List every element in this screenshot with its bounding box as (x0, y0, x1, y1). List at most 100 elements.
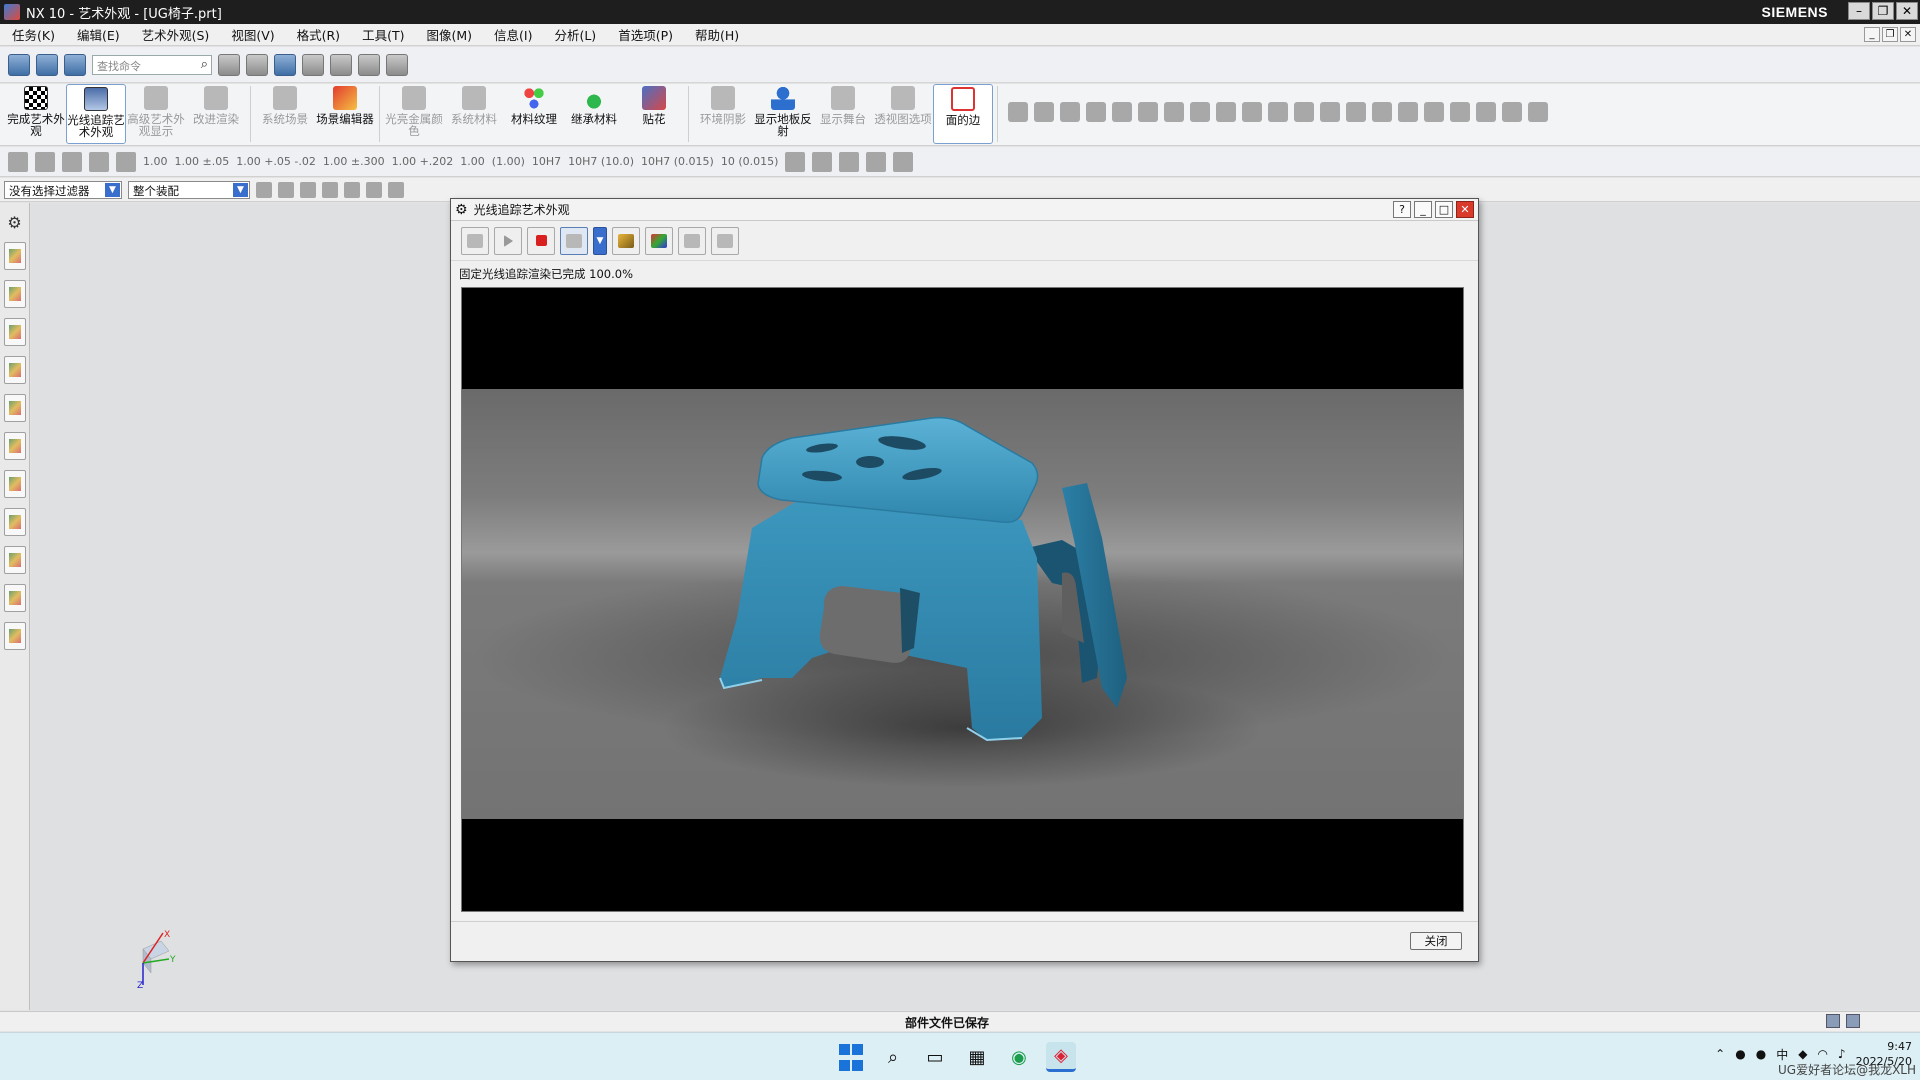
widgets-icon[interactable]: ▦ (962, 1042, 992, 1072)
menu-info[interactable]: 信息(I) (490, 25, 536, 44)
doc-restore-button[interactable]: ❐ (1882, 27, 1898, 42)
tolerance-format[interactable]: 1.00 +.202 (392, 155, 454, 168)
improve-render-button[interactable]: 改进渲染 (186, 84, 246, 144)
chevron-down-icon[interactable]: ▼ (233, 182, 248, 197)
diameter-icon[interactable] (839, 151, 860, 172)
part-navigator-icon[interactable] (3, 318, 26, 346)
tool-icon[interactable] (1346, 102, 1366, 122)
system-scene-button[interactable]: 系统场景 (255, 84, 315, 144)
tool-icon[interactable] (1372, 102, 1392, 122)
save-icon[interactable] (8, 53, 30, 76)
undo-icon[interactable] (893, 151, 914, 172)
fit-view-icon[interactable] (218, 53, 240, 76)
menu-help[interactable]: 帮助(H) (691, 25, 743, 44)
search-icon[interactable]: ⌕ (878, 1042, 908, 1072)
tolerance-format[interactable]: 1.00 +.05 -.02 (236, 155, 316, 168)
tool-icon[interactable] (1268, 102, 1288, 122)
system-material-icon[interactable] (3, 546, 26, 574)
tool-icon[interactable] (1164, 102, 1184, 122)
constraint-navigator-icon[interactable] (3, 280, 26, 308)
raytrace-artistic-appearance-button[interactable]: 光线追踪艺术外观 (66, 84, 126, 144)
save-all-icon[interactable] (36, 53, 58, 76)
face-edges-button[interactable]: 面的边 (933, 84, 993, 144)
restore-button[interactable]: ❐ (1872, 2, 1894, 20)
perspective-options-button[interactable]: 透视图选项 (873, 84, 933, 144)
chevron-down-icon[interactable]: ▼ (105, 182, 120, 197)
continue-button[interactable] (494, 226, 522, 255)
tolerance-format[interactable]: (1.00) (492, 155, 525, 168)
stop-button[interactable] (527, 226, 555, 255)
tolerance-format[interactable]: 10H7 (10.0) (568, 155, 634, 168)
tool-icon[interactable] (1294, 102, 1314, 122)
menu-image[interactable]: 图像(M) (422, 25, 476, 44)
tool-icon[interactable] (1320, 102, 1340, 122)
dimension-icon[interactable] (785, 151, 806, 172)
window-icon[interactable] (1846, 1014, 1860, 1028)
render-mode-button[interactable] (560, 226, 588, 255)
tool-icon[interactable] (1086, 102, 1106, 122)
dialog-minimize-button[interactable]: _ (1414, 201, 1432, 218)
tool-icon[interactable] (1112, 102, 1132, 122)
gear-icon[interactable]: ⚙ (7, 213, 21, 232)
help-button[interactable]: ? (1393, 201, 1411, 218)
snap-icon[interactable] (300, 181, 316, 198)
system-material-button[interactable]: 系统材料 (444, 84, 504, 144)
menu-task[interactable]: 任务(K) (8, 25, 59, 44)
render-style-icon[interactable] (246, 53, 268, 76)
dimension-icon[interactable] (812, 151, 833, 172)
roles-icon[interactable] (3, 622, 26, 650)
ime-indicator[interactable]: 中 (1776, 1046, 1788, 1063)
shield-icon[interactable]: ◆ (1798, 1047, 1807, 1061)
qq-icon[interactable]: ● (1735, 1047, 1745, 1061)
tool-icon[interactable] (1450, 102, 1470, 122)
doc-minimize-button[interactable]: _ (1864, 27, 1880, 42)
menu-format[interactable]: 格式(R) (293, 25, 344, 44)
dialog-close-button[interactable]: ✕ (1456, 201, 1474, 218)
tolerance-format[interactable]: 1.00 ±.300 (323, 155, 385, 168)
minimize-button[interactable]: – (1848, 2, 1870, 20)
tool-icon[interactable] (1242, 102, 1262, 122)
render-mode-dropdown[interactable]: ▼ (593, 226, 607, 255)
render-viewport[interactable] (461, 287, 1464, 912)
scope-select[interactable]: 整个装配 ▼ (128, 180, 250, 199)
doc-close-button[interactable]: ✕ (1900, 27, 1916, 42)
advanced-display-button[interactable]: 高级艺术外观显示 (126, 84, 186, 144)
tool-icon[interactable] (1398, 102, 1418, 122)
apply-button[interactable] (678, 226, 706, 255)
view-icon[interactable] (388, 181, 404, 198)
color-adjust-button[interactable] (645, 226, 673, 255)
volume-icon[interactable]: ♪ (1838, 1047, 1846, 1061)
nx-taskbar-icon[interactable]: ◈ (1046, 1042, 1076, 1072)
system-scene-icon[interactable] (3, 508, 26, 536)
dialog-maximize-button[interactable]: □ (1435, 201, 1453, 218)
show-stage-button[interactable]: 显示舞台 (813, 84, 873, 144)
menu-view[interactable]: 视图(V) (227, 25, 278, 44)
filter-icon[interactable] (256, 181, 272, 198)
menu-artistic-appearance[interactable]: 艺术外观(S) (138, 25, 214, 44)
dialog-title-bar[interactable]: ⚙ 光线追踪艺术外观 ? _ □ ✕ (451, 199, 1478, 221)
task-view-icon[interactable]: ▭ (920, 1042, 950, 1072)
ambient-shadow-button[interactable]: 环境阴影 (693, 84, 753, 144)
check-icon[interactable] (8, 151, 28, 172)
app-tray-icon[interactable]: ● (1756, 1047, 1766, 1061)
reuse-library-icon[interactable] (3, 356, 26, 384)
browser-icon[interactable]: ◉ (1004, 1042, 1034, 1072)
tolerance-format[interactable]: 1.00 (460, 155, 485, 168)
block-icon[interactable] (62, 151, 82, 172)
settings-button[interactable] (612, 226, 640, 255)
close-button[interactable]: ✕ (1896, 2, 1918, 20)
shiny-metal-color-button[interactable]: 光亮金属颜色 (384, 84, 444, 144)
stack-icon[interactable] (116, 151, 136, 172)
tool-icon[interactable] (1528, 102, 1548, 122)
view-icon[interactable] (366, 181, 382, 198)
tool-icon[interactable] (1190, 102, 1210, 122)
menu-preferences[interactable]: 首选项(P) (614, 25, 677, 44)
process-studio-icon[interactable] (3, 584, 26, 612)
palette-icon[interactable] (3, 394, 26, 422)
menu-analysis[interactable]: 分析(L) (550, 25, 600, 44)
arrow-icon[interactable] (89, 151, 109, 172)
type-filter-select[interactable]: 没有选择过滤器 ▼ (4, 180, 122, 199)
start-icon[interactable] (836, 1042, 866, 1072)
web-browser-icon[interactable] (3, 432, 26, 460)
tool-icon[interactable] (1008, 102, 1028, 122)
